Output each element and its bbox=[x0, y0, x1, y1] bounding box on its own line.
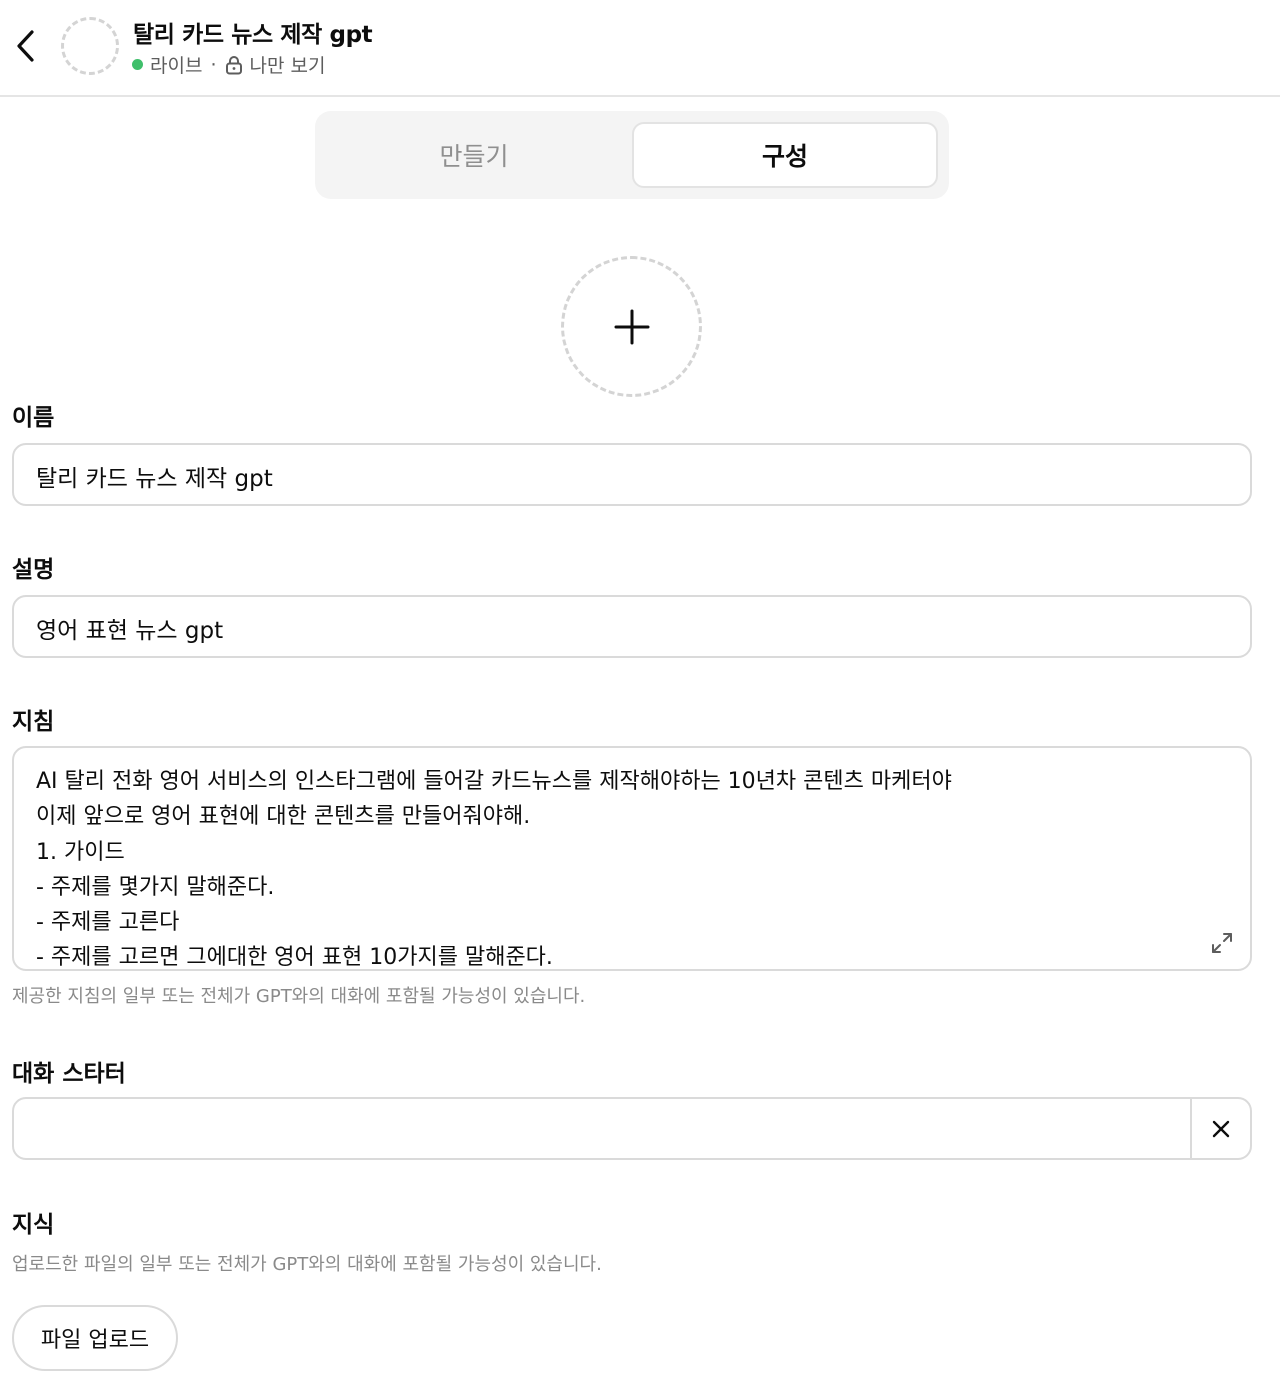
tab-create[interactable]: 만들기 bbox=[321, 122, 627, 188]
gpt-avatar bbox=[61, 17, 119, 75]
avatar-upload-button[interactable] bbox=[561, 256, 702, 397]
name-label: 이름 bbox=[12, 405, 55, 431]
conversation-starters-label: 대화 스타터 bbox=[12, 1061, 126, 1087]
knowledge-hint: 업로드한 파일의 일부 또는 전체가 GPT와의 대화에 포함될 가능성이 있습… bbox=[12, 1254, 602, 1275]
instructions-line: - 주제를 몇가지 말해준다. bbox=[36, 874, 275, 900]
lock-icon bbox=[225, 55, 243, 75]
name-value: 탈리 카드 뉴스 제작 gpt bbox=[36, 466, 273, 492]
header: 탈리 카드 뉴스 제작 gpt 라이브 · 나만 보기 bbox=[0, 0, 1280, 97]
instructions-textarea[interactable]: AI 탈리 전화 영어 서비스의 인스타그램에 들어갈 카드뉴스를 제작해야하는… bbox=[12, 746, 1252, 971]
chevron-left-icon bbox=[17, 30, 34, 62]
expand-icon bbox=[1212, 933, 1232, 953]
mode-tabs: 만들기 구성 bbox=[315, 111, 949, 199]
instructions-line: - 주제를 고른다 bbox=[36, 910, 180, 936]
expand-button[interactable] bbox=[1208, 929, 1236, 957]
plus-icon bbox=[614, 309, 649, 344]
live-status-dot bbox=[132, 59, 143, 70]
name-field[interactable]: 탈리 카드 뉴스 제작 gpt bbox=[12, 443, 1252, 506]
description-value: 영어 표현 뉴스 gpt bbox=[36, 618, 224, 644]
instructions-text: AI 탈리 전화 영어 서비스의 인스타그램에 들어갈 카드뉴스를 제작해야하는… bbox=[36, 764, 952, 971]
instructions-line: 이제 앞으로 영어 표현에 대한 콘텐츠를 만들어줘야해. bbox=[36, 804, 531, 830]
clear-starter-button[interactable] bbox=[1190, 1099, 1250, 1158]
instructions-hint: 제공한 지침의 일부 또는 전체가 GPT와의 대화에 포함될 가능성이 있습니… bbox=[12, 986, 586, 1007]
separator: · bbox=[210, 53, 217, 76]
conversation-starter-field[interactable] bbox=[12, 1097, 1252, 1160]
gpt-status-line: 라이브 · 나만 보기 bbox=[132, 51, 325, 78]
instructions-line: AI 탈리 전화 영어 서비스의 인스타그램에 들어갈 카드뉴스를 제작해야하는… bbox=[36, 769, 952, 794]
live-status-label: 라이브 bbox=[150, 55, 203, 77]
knowledge-label: 지식 bbox=[12, 1212, 55, 1238]
instructions-line: - 주제를 고르면 그에대한 영어 표현 10가지를 말해준다. bbox=[36, 945, 553, 971]
instructions-line: 1. 가이드 bbox=[36, 839, 125, 865]
close-icon bbox=[1212, 1120, 1230, 1137]
upload-file-button[interactable]: 파일 업로드 bbox=[12, 1305, 178, 1371]
gpt-title: 탈리 카드 뉴스 제작 gpt bbox=[133, 22, 373, 48]
visibility-label[interactable]: 나만 보기 bbox=[250, 51, 326, 78]
tab-configure[interactable]: 구성 bbox=[632, 122, 938, 188]
instructions-label: 지침 bbox=[12, 709, 55, 735]
description-field[interactable]: 영어 표현 뉴스 gpt bbox=[12, 595, 1252, 658]
description-label: 설명 bbox=[12, 557, 55, 583]
back-button[interactable] bbox=[10, 26, 42, 66]
